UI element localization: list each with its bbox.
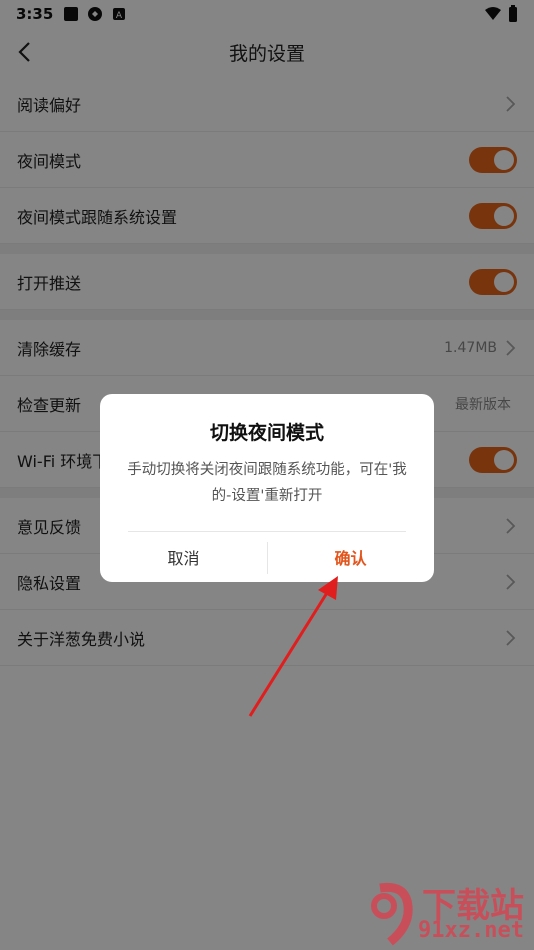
dialog-message: 手动切换将关闭夜间跟随系统功能，可在'我的-设置'重新打开 xyxy=(127,462,407,504)
watermark-logo-icon xyxy=(371,882,413,946)
night-mode-dialog: 切换夜间模式 手动切换将关闭夜间跟随系统功能，可在'我的-设置'重新打开 取消 … xyxy=(100,394,434,582)
dialog-title: 切换夜间模式 xyxy=(209,422,324,444)
watermark: 下载站 91xz.net xyxy=(360,878,530,950)
cancel-button[interactable]: 取消 xyxy=(100,532,267,582)
watermark-domain: 91xz.net xyxy=(418,918,524,943)
button-separator xyxy=(267,542,268,574)
confirm-button[interactable]: 确认 xyxy=(267,532,434,582)
